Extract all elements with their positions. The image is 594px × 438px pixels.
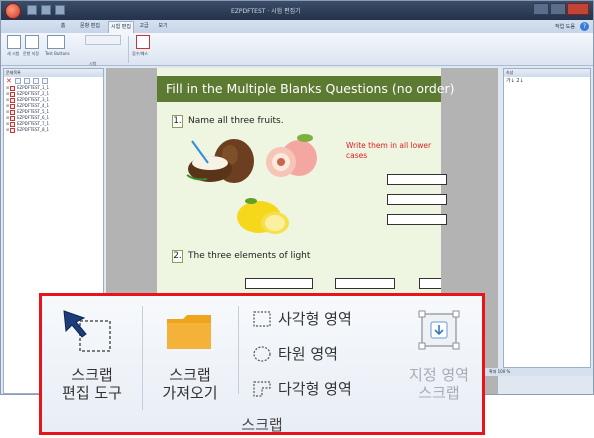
hint-text: Write them in all lower cases [346,141,432,160]
copy-icon[interactable] [15,78,21,84]
rect-region-option[interactable]: 사각형 영역 [252,308,352,329]
polygon-region-option[interactable]: 다각형 영역 [252,378,352,399]
assign-question-button[interactable] [25,35,39,49]
pdf-file-icon [10,85,15,91]
tab-advanced[interactable]: 고급 [137,21,151,33]
pdf-file-icon [10,91,15,97]
ellipse-region-option[interactable]: 타원 영역 [252,343,338,364]
ribbon-group-label: 시험 [89,61,97,66]
folder-icon[interactable] [165,311,213,351]
polygon-region-icon [253,380,271,397]
callout-separator [238,306,239,394]
question-2-text: The three elements of light [188,251,311,261]
close-button[interactable] [567,3,589,15]
peach-illustration [266,134,317,177]
ellipse-region-icon [253,345,271,362]
pdf-file-icon [10,127,15,133]
save-icon[interactable] [27,5,37,15]
app-logo-icon[interactable] [5,3,21,19]
zoom-status[interactable]: 확대 100 % [485,368,593,376]
callout-separator [142,306,143,410]
new-test-button[interactable] [7,35,21,49]
answer-blank-2[interactable] [387,194,447,205]
coconut-illustration [186,139,254,183]
ribbon: 새 시험 문항 지정 Test Buttons 점수/패스 시험 [1,33,593,66]
polygon-region-label: 다각형 영역 [278,380,352,398]
tree-item[interactable]: ⊞ EZPDFTEST_8_1 [4,127,103,133]
minimize-button[interactable] [533,3,549,15]
question-tree: ⊞ EZPDFTEST_1_1 ⊞ EZPDFTEST_2_1 ⊞ EZPDFTEST_3… [4,85,103,133]
score-pass-label: 점수/패스 [132,51,149,56]
question-list-toolbar: ✕ [4,77,103,85]
tab-test-edit[interactable]: 시험 편집 [108,21,134,33]
delete-icon[interactable]: ✕ [6,78,12,85]
ribbon-tab-bar: 홈 문항 편집 시험 편집 고급 보기 작업 도움 ? [1,20,593,33]
lemon-illustration [237,198,289,234]
question-1-number: 1. [172,115,183,128]
question-header: Fill in the Multiple Blanks Questions (n… [157,76,455,102]
answer-blank-3[interactable] [387,214,447,225]
answer-blank-5[interactable] [335,278,395,289]
tab-question-edit[interactable]: 문항 편집 [77,21,103,33]
tab-view[interactable]: 보기 [156,21,170,33]
window-title: EZPDFTEST · 시험 편집기 [231,8,301,15]
title-bar: EZPDFTEST · 시험 편집기 [1,1,593,20]
scrap-ribbon-callout: 스크랩편집 도구 스크랩가져오기 사각형 영역 타원 영역 다각형 영역 지 [39,293,485,435]
ribbon-separator [128,36,129,63]
pdf-file-icon [10,109,15,115]
new-test-label: 새 시험 [7,51,20,56]
checkbox-icon[interactable] [42,78,48,84]
rect-region-label: 사각형 영역 [278,310,352,328]
maximize-button[interactable] [550,3,566,15]
scrap-import-label[interactable]: 스크랩 가져오기 [150,366,230,402]
test-buttons-button[interactable] [47,35,65,49]
answer-blank-4[interactable] [245,278,313,289]
help-icon[interactable]: ? [580,22,589,31]
question-2-number: 2. [172,250,183,263]
designated-region-label[interactable]: 지정 영역 스크랩 [394,366,484,402]
designated-region-icon[interactable] [416,309,462,351]
redo-icon[interactable] [55,5,65,15]
assign-question-label: 문항 지정 [23,51,39,56]
pdf-file-icon [10,121,15,127]
properties-title: 속성 [504,69,590,77]
answer-blank-1[interactable] [387,174,447,185]
undo-icon[interactable] [41,5,51,15]
tree-item-label: EZPDFTEST_8_1 [17,127,50,132]
question-1-text: Name all three fruits. [188,116,284,126]
test-buttons-label: Test Buttons [45,51,70,56]
move-down-icon[interactable] [33,78,39,84]
tab-home[interactable]: 홈 [56,21,70,33]
question-list-title: 문제목록 [4,69,103,77]
pdf-file-icon [10,103,15,109]
sort-icon[interactable]: 가↓ 2↓ [504,77,590,84]
pdf-file-icon [10,115,15,121]
move-up-icon[interactable] [24,78,30,84]
answer-options[interactable] [85,35,121,45]
pdf-file-icon [10,97,15,103]
ellipse-region-label: 타원 영역 [278,345,338,363]
window-controls [533,3,589,15]
quick-access-toolbar [27,5,65,15]
scrap-edit-tool-label[interactable]: 스크랩 편집 도구 [52,366,132,402]
answer-blank-6[interactable] [419,278,441,289]
help-link[interactable]: 작업 도움 [555,23,575,30]
rect-region-icon [253,310,271,327]
scrap-edit-tool-icon[interactable] [62,309,114,355]
properties-pane: 속성 가↓ 2↓ [503,68,591,368]
scrap-group-label: 스크랩 [241,416,283,434]
score-pass-button[interactable] [136,35,150,49]
